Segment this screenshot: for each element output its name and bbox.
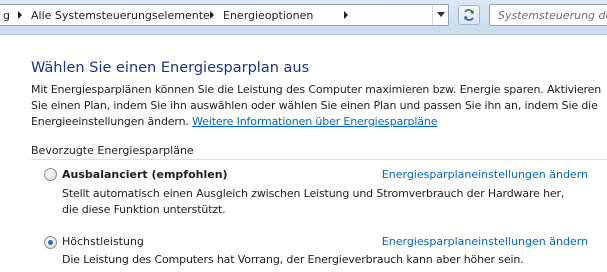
breadcrumb-overflow[interactable]: g [3, 9, 10, 22]
breadcrumb-separator-icon[interactable] [341, 7, 351, 23]
group-label: Bevorzugte Energiesparpläne [31, 144, 200, 157]
address-toolbar: g Alle Systemsteuerungselemente Energieo… [0, 0, 607, 35]
address-bar[interactable]: g Alle Systemsteuerungselemente Energieo… [0, 4, 449, 26]
plan-description-high-performance: Die Leistung des Computers hat Vorrang, … [62, 253, 524, 266]
group-divider [31, 159, 607, 160]
plan-description-balanced: Stellt automatisch einen Ausgleich zwisc… [62, 187, 565, 216]
plan-radio-high-performance[interactable] [44, 236, 57, 249]
preferred-plans-group: Bevorzugte Energiesparpläne [31, 144, 607, 160]
breadcrumb-separator-icon[interactable] [15, 7, 25, 23]
breadcrumb-all-control-panel-items[interactable]: Alle Systemsteuerungselemente [31, 9, 210, 22]
refresh-button[interactable] [458, 5, 480, 25]
search-placeholder: Systemsteuerung durch [498, 9, 607, 22]
breadcrumb-separator-icon[interactable] [207, 7, 217, 23]
plan-radio-balanced[interactable] [44, 168, 57, 181]
search-input[interactable]: Systemsteuerung durch [489, 4, 607, 26]
plan-name-balanced[interactable]: Ausbalanciert (empfohlen) [62, 168, 228, 181]
breadcrumb-power-options[interactable]: Energieoptionen [223, 9, 313, 22]
chevron-down-icon[interactable] [432, 5, 449, 25]
plan-settings-link-high-performance[interactable]: Energiesparplaneinstellungen ändern [382, 235, 588, 248]
intro-paragraph: Mit Energiesparplänen können Sie die Lei… [31, 82, 605, 130]
plan-name-high-performance[interactable]: Höchstleistung [62, 235, 144, 248]
plan-settings-link-balanced[interactable]: Energiesparplaneinstellungen ändern [382, 168, 588, 181]
page-title: Wählen Sie einen Energiesparplan aus [31, 60, 310, 76]
refresh-icon [462, 8, 476, 25]
learn-more-link[interactable]: Weitere Informationen über Energiesparpl… [192, 115, 437, 128]
